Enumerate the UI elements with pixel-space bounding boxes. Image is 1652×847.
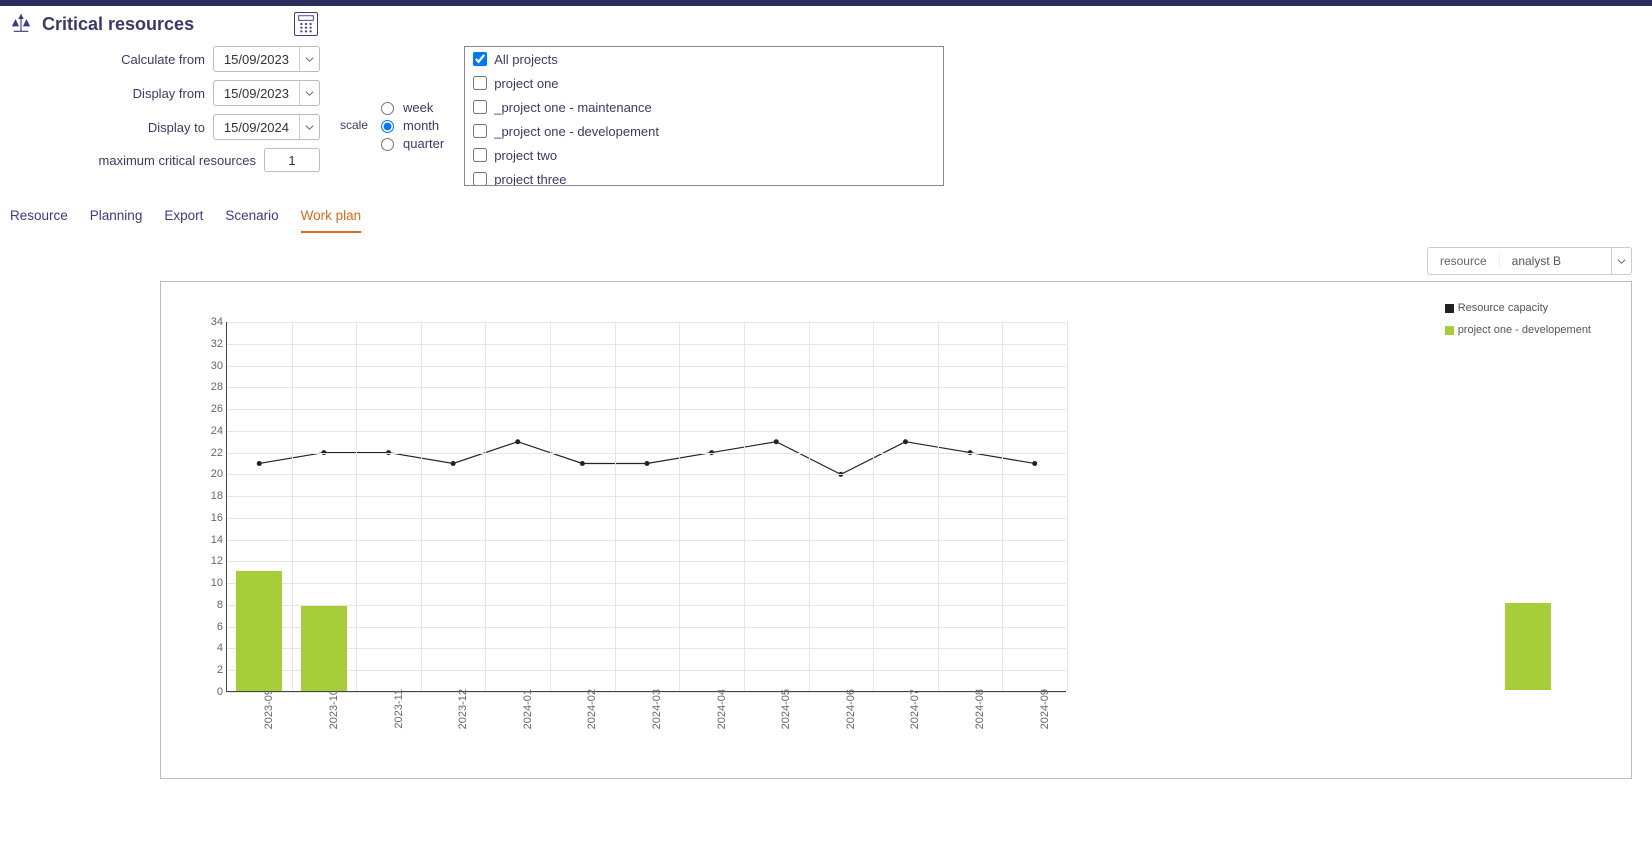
calculator-icon[interactable] — [294, 12, 318, 36]
project-label: _project one - maintenance — [494, 100, 652, 115]
project-list-item[interactable]: project one — [465, 71, 943, 95]
tab-export[interactable]: Export — [164, 204, 203, 233]
project-label: project two — [494, 148, 557, 163]
max-resources-input[interactable] — [264, 148, 320, 172]
page-title: Critical resources — [42, 14, 194, 35]
chart-container: 02468101214161820222426283032342023-0920… — [160, 281, 1632, 779]
scale-radio-group: week month quarter — [376, 99, 444, 151]
y-tick: 6 — [203, 621, 223, 633]
y-tick: 2 — [203, 664, 223, 676]
project-list[interactable]: All projects project one _project one - ma… — [464, 46, 944, 186]
chevron-down-icon[interactable] — [299, 115, 319, 139]
chevron-down-icon[interactable] — [1611, 248, 1631, 274]
y-tick: 28 — [203, 381, 223, 393]
tab-scenario[interactable]: Scenario — [225, 204, 278, 233]
legend-capacity: Resource capacity — [1445, 302, 1591, 314]
y-tick: 0 — [203, 686, 223, 698]
project-list-item[interactable]: project three — [465, 167, 943, 186]
project-label: project three — [494, 172, 566, 187]
y-tick: 18 — [203, 490, 223, 502]
project-label: _project one - developement — [494, 124, 659, 139]
y-tick: 22 — [203, 447, 223, 459]
project-checkbox[interactable] — [473, 124, 487, 138]
scales-icon — [10, 13, 32, 35]
project-checkbox[interactable] — [473, 76, 487, 90]
x-tick: 2024-05 — [780, 689, 792, 729]
y-tick: 30 — [203, 360, 223, 372]
project-checkbox[interactable] — [473, 172, 487, 186]
display-from-input[interactable]: 15/09/2023 — [213, 80, 320, 106]
y-tick: 10 — [203, 577, 223, 589]
scale-option-month[interactable]: month — [376, 117, 444, 133]
chart-legend: Resource capacity project one - develope… — [1445, 302, 1591, 346]
project-checkbox[interactable] — [473, 100, 487, 114]
legend-project: project one - developement — [1445, 324, 1591, 336]
x-tick: 2023-10 — [328, 689, 340, 729]
project-label: All projects — [494, 52, 558, 67]
page-header: Critical resources — [0, 6, 1652, 46]
y-tick: 8 — [203, 599, 223, 611]
project-label: project one — [494, 76, 558, 91]
capacity-line — [227, 322, 1066, 691]
x-tick: 2023-11 — [393, 689, 405, 729]
max-resources-label: maximum critical resources — [99, 153, 256, 168]
x-tick: 2023-09 — [263, 689, 275, 729]
display-to-label: Display to — [148, 120, 205, 135]
y-tick: 4 — [203, 642, 223, 654]
y-tick: 16 — [203, 512, 223, 524]
detached-bar — [1505, 603, 1551, 690]
x-tick: 2024-08 — [974, 689, 986, 729]
y-tick: 26 — [203, 403, 223, 415]
calculate-from-label: Calculate from — [121, 52, 205, 67]
project-list-item[interactable]: All projects — [465, 47, 943, 71]
x-tick: 2023-12 — [457, 689, 469, 729]
scale-option-week[interactable]: week — [376, 99, 444, 115]
plot-area: 02468101214161820222426283032342023-0920… — [226, 322, 1066, 692]
tab-planning[interactable]: Planning — [90, 204, 143, 233]
x-tick: 2024-04 — [716, 689, 728, 729]
x-tick: 2024-01 — [522, 689, 534, 729]
project-list-item[interactable]: project two — [465, 143, 943, 167]
y-tick: 24 — [203, 425, 223, 437]
x-tick: 2024-02 — [586, 689, 598, 729]
scale-label: scale — [340, 118, 368, 132]
scale-option-quarter[interactable]: quarter — [376, 135, 444, 151]
x-tick: 2024-06 — [845, 689, 857, 729]
project-list-item[interactable]: _project one - developement — [465, 119, 943, 143]
project-checkbox[interactable] — [473, 52, 487, 66]
chevron-down-icon[interactable] — [299, 81, 319, 105]
resource-select-label: resource — [1428, 254, 1500, 268]
chevron-down-icon[interactable] — [299, 47, 319, 71]
y-tick: 12 — [203, 555, 223, 567]
filter-form: Calculate from 15/09/2023 Display from 1… — [0, 46, 1652, 196]
calculate-from-input[interactable]: 15/09/2023 — [213, 46, 320, 72]
y-tick: 20 — [203, 468, 223, 480]
bar — [301, 606, 347, 691]
display-to-input[interactable]: 15/09/2024 — [213, 114, 320, 140]
y-tick: 34 — [203, 316, 223, 328]
tab-bar: Resource Planning Export Scenario Work plan — [0, 196, 1652, 233]
tab-work-plan[interactable]: Work plan — [301, 204, 362, 233]
tab-resource[interactable]: Resource — [10, 204, 68, 233]
x-tick: 2024-07 — [909, 689, 921, 729]
y-tick: 14 — [203, 534, 223, 546]
display-from-label: Display from — [133, 86, 205, 101]
x-tick: 2024-09 — [1039, 689, 1051, 729]
y-tick: 32 — [203, 338, 223, 350]
bar — [236, 571, 282, 691]
project-list-item[interactable]: _project one - maintenance — [465, 95, 943, 119]
resource-select-value: analyst B — [1500, 254, 1611, 268]
resource-select[interactable]: resource analyst B — [1427, 247, 1632, 275]
x-tick: 2024-03 — [651, 689, 663, 729]
project-checkbox[interactable] — [473, 148, 487, 162]
